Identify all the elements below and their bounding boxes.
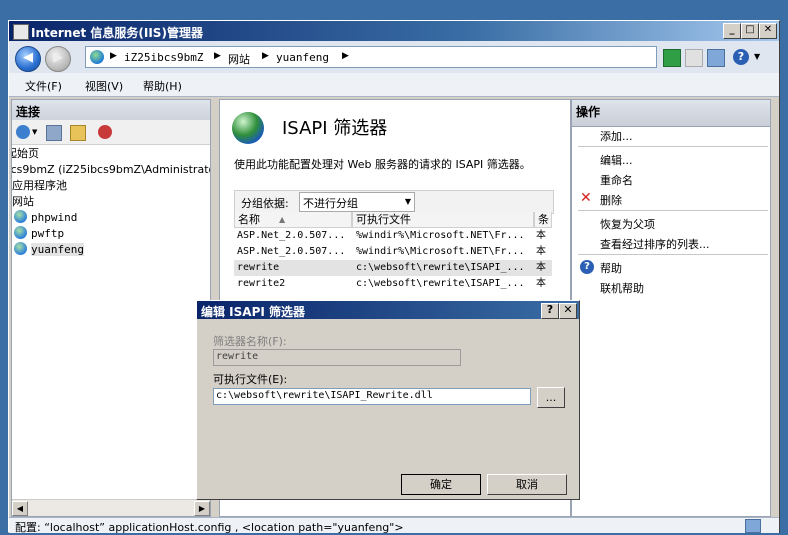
maximize-button[interactable]: □ bbox=[741, 23, 759, 39]
ok-button[interactable]: 确定 bbox=[401, 474, 481, 495]
dialog-title-bar[interactable]: 编辑 ISAPI 筛选器 ? ✕ bbox=[197, 301, 579, 319]
status-bar: 配置: “localhost” applicationHost.config ,… bbox=[9, 517, 779, 534]
action-revert-to-parent[interactable]: 恢复为父项 bbox=[600, 216, 655, 232]
table-row[interactable]: rewrite2 c:\websoft\rewrite\ISAPI_... 本 bbox=[234, 276, 552, 292]
browse-button[interactable]: ... bbox=[537, 387, 565, 408]
dialog-title: 编辑 ISAPI 筛选器 bbox=[201, 305, 306, 319]
divider bbox=[578, 254, 768, 255]
group-by-bar: 分组依据: 不进行分组 ▼ bbox=[234, 190, 554, 214]
sort-ascending-icon: ▲ bbox=[279, 215, 286, 224]
site-globe-icon bbox=[14, 210, 27, 223]
action-edit[interactable]: 编辑... bbox=[600, 152, 633, 168]
site-globe-icon bbox=[14, 226, 27, 239]
up-folder-icon[interactable] bbox=[70, 125, 86, 141]
action-rename[interactable]: 重命名 bbox=[600, 172, 633, 188]
back-button[interactable]: ◀ bbox=[15, 46, 41, 72]
chevron-down-icon[interactable]: ▼ bbox=[32, 128, 37, 136]
address-bar[interactable]: ▶ iZ25ibcs9bmZ ▶ 网站 ▶ yuanfeng ▶ bbox=[85, 46, 657, 68]
refresh-icon[interactable] bbox=[663, 49, 681, 67]
connect-icon[interactable] bbox=[16, 125, 30, 139]
connections-pane: 连接 ▼ 起始页 iZ25ibcs9bmZ (iZ25ibcs9bmZ\Admi… bbox=[11, 99, 211, 517]
tree-item-server[interactable]: iZ25ibcs9bmZ (iZ25ibcs9bmZ\Administrator… bbox=[12, 162, 210, 178]
address-row: ◀ ▶ ▶ iZ25ibcs9bmZ ▶ 网站 ▶ yuanfeng ▶ ? ▼ bbox=[9, 41, 779, 73]
chevron-down-icon: ▼ bbox=[404, 197, 411, 206]
chevron-right-icon: ▶ bbox=[262, 51, 269, 61]
actions-header: 操作 bbox=[572, 100, 770, 127]
menu-file[interactable]: 文件(F) bbox=[25, 78, 62, 94]
menu-bar: 文件(F) 视图(V) 帮助(H) bbox=[9, 73, 779, 97]
save-icon[interactable] bbox=[46, 125, 62, 141]
table-row[interactable]: ASP.Net_2.0.507... %windir%\Microsoft.NE… bbox=[234, 244, 552, 260]
globe-icon bbox=[90, 50, 104, 64]
action-delete[interactable]: 删除 bbox=[600, 192, 622, 208]
breadcrumb-server[interactable]: iZ25ibcs9bmZ bbox=[124, 51, 203, 64]
group-by-select[interactable]: 不进行分组 ▼ bbox=[299, 192, 415, 212]
page-title: ISAPI 筛选器 bbox=[282, 118, 388, 139]
scroll-left-icon[interactable]: ◀ bbox=[12, 501, 28, 516]
breadcrumb-site[interactable]: yuanfeng bbox=[276, 51, 329, 64]
chevron-right-icon: ▶ bbox=[214, 51, 221, 61]
edit-isapi-filter-dialog: 编辑 ISAPI 筛选器 ? ✕ 筛选器名称(F): rewrite 可执行文件… bbox=[196, 300, 580, 500]
column-header-executable[interactable]: 可执行文件 bbox=[352, 212, 534, 228]
actions-pane: 操作 添加... 编辑... 重命名 ✕ 删除 恢复为父项 查看经过排序的列表.… bbox=[571, 99, 771, 517]
stop-icon[interactable] bbox=[685, 49, 703, 67]
close-window-button[interactable]: ✕ bbox=[759, 23, 777, 39]
menu-view[interactable]: 视图(V) bbox=[85, 78, 123, 94]
breadcrumb-sites[interactable]: 网站 bbox=[228, 51, 250, 67]
divider bbox=[578, 146, 768, 147]
group-by-label: 分组依据: bbox=[241, 197, 289, 210]
table-row[interactable]: ASP.Net_2.0.507... %windir%\Microsoft.NE… bbox=[234, 228, 552, 244]
minimize-button[interactable]: _ bbox=[723, 23, 741, 39]
scroll-right-icon[interactable]: ▶ bbox=[194, 501, 210, 516]
action-view-ordered-list[interactable]: 查看经过排序的列表... bbox=[600, 236, 710, 252]
connections-toolbar: ▼ bbox=[12, 120, 210, 145]
menu-help[interactable]: 帮助(H) bbox=[143, 78, 182, 94]
divider bbox=[578, 210, 768, 211]
title-bar[interactable]: Internet 信息服务(IIS)管理器 _ □ ✕ bbox=[9, 21, 779, 41]
column-header-name[interactable]: 名称 ▲ bbox=[234, 212, 352, 228]
tree-item-yuanfeng[interactable]: yuanfeng bbox=[14, 242, 84, 258]
isapi-filter-globe-icon bbox=[232, 112, 264, 144]
chevron-right-icon: ▶ bbox=[342, 51, 349, 61]
home-icon[interactable] bbox=[707, 49, 725, 67]
cancel-button[interactable]: 取消 bbox=[487, 474, 567, 495]
tree-item-sites[interactable]: 网站 bbox=[12, 194, 34, 210]
tree-item-app-pools[interactable]: 应用程序池 bbox=[12, 178, 67, 194]
help-icon[interactable]: ? bbox=[733, 49, 749, 65]
delete-icon: ✕ bbox=[580, 190, 592, 206]
action-add[interactable]: 添加... bbox=[600, 128, 633, 144]
table-row[interactable]: rewrite c:\websoft\rewrite\ISAPI_... 本 bbox=[234, 260, 552, 276]
filter-name-field: rewrite bbox=[213, 349, 461, 366]
horizontal-scrollbar[interactable]: ◀ ▶ bbox=[12, 499, 210, 516]
tree-item-pwftp[interactable]: pwftp bbox=[14, 226, 64, 242]
group-by-value: 不进行分组 bbox=[303, 197, 358, 210]
iis-app-icon bbox=[13, 24, 29, 40]
tree-item-phpwind[interactable]: phpwind bbox=[14, 210, 77, 226]
dialog-close-button[interactable]: ✕ bbox=[559, 303, 577, 319]
network-status-icon bbox=[745, 519, 761, 533]
disconnect-icon[interactable] bbox=[98, 125, 112, 139]
executable-label: 可执行文件(E): bbox=[213, 373, 288, 386]
column-header-type[interactable]: 条 bbox=[534, 212, 552, 228]
action-online-help[interactable]: 联机帮助 bbox=[600, 280, 644, 296]
dialog-help-button[interactable]: ? bbox=[541, 303, 559, 319]
filter-name-label: 筛选器名称(F): bbox=[213, 335, 287, 348]
chevron-down-icon[interactable]: ▼ bbox=[754, 52, 760, 61]
executable-field[interactable]: c:\websoft\rewrite\ISAPI_Rewrite.dll bbox=[213, 388, 531, 405]
chevron-right-icon: ▶ bbox=[110, 51, 117, 61]
page-description: 使用此功能配置处理对 Web 服务器的请求的 ISAPI 筛选器。 bbox=[234, 158, 531, 171]
tree-item-start-page[interactable]: 起始页 bbox=[12, 146, 39, 162]
action-help[interactable]: 帮助 bbox=[600, 260, 622, 276]
site-globe-icon bbox=[14, 242, 27, 255]
forward-button[interactable]: ▶ bbox=[45, 46, 71, 72]
help-icon: ? bbox=[580, 260, 594, 274]
window-title: Internet 信息服务(IIS)管理器 bbox=[31, 26, 203, 40]
